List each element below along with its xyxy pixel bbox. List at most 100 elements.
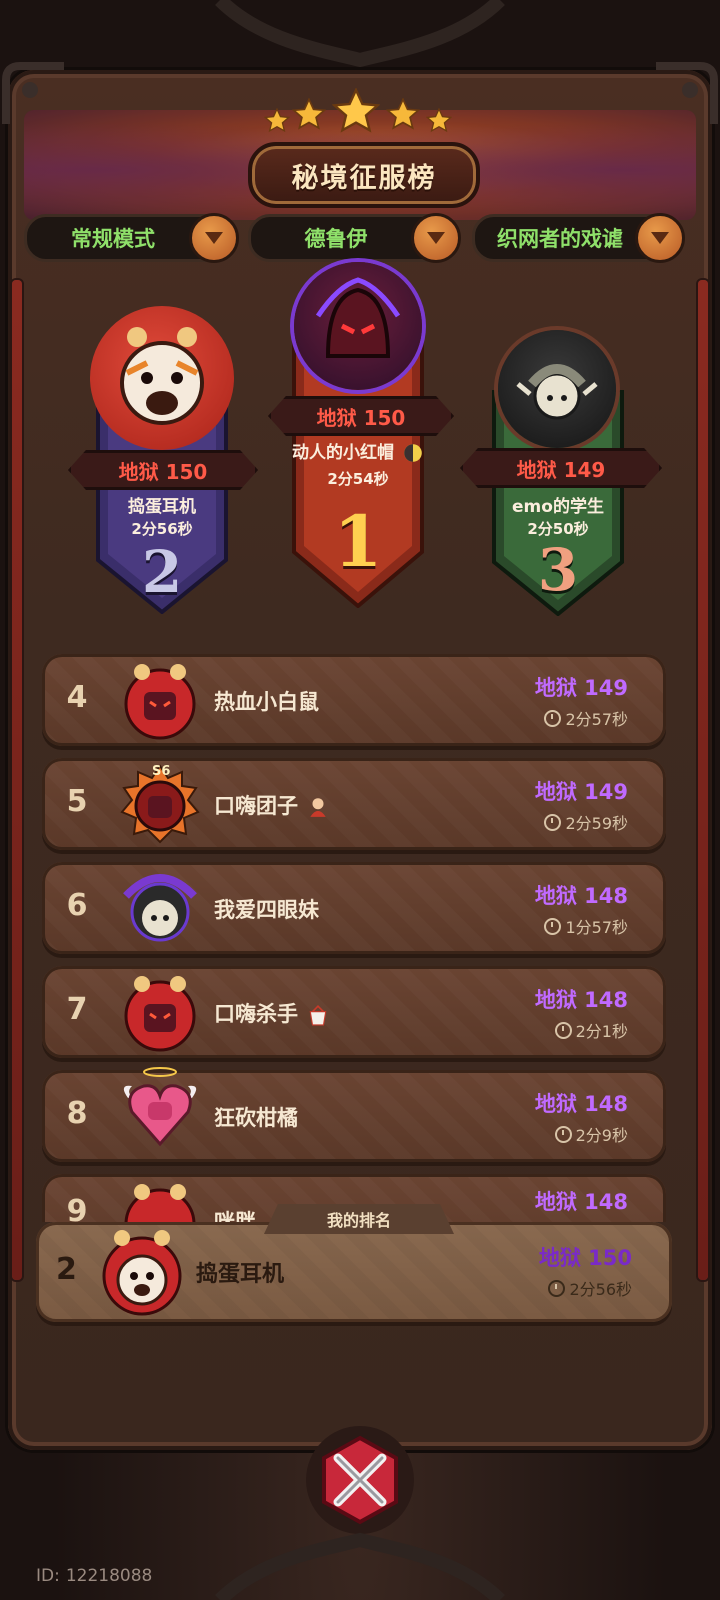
- user-id-label: ID:: [36, 1566, 60, 1586]
- tiger-avatar-icon: [120, 327, 204, 425]
- place-number: 3: [537, 536, 579, 604]
- filter-class-dropdown[interactable]: 德鲁伊: [248, 213, 461, 263]
- list-item[interactable]: 7 口嗨杀手 地狱 148 2分1秒: [42, 966, 666, 1058]
- player-time: 2分54秒: [327, 470, 389, 488]
- clock-icon: [544, 813, 562, 831]
- clock-icon: [554, 1021, 572, 1039]
- tiger-avatar-icon: [102, 1230, 182, 1316]
- difficulty-ribbon: 地狱 150: [68, 450, 258, 490]
- my-rank-tag: 我的排名: [264, 1204, 454, 1234]
- player-name-text: 动人的小红帽: [292, 443, 395, 463]
- chevron-down-icon[interactable]: [635, 213, 685, 263]
- time-value: 1分57秒: [565, 918, 628, 937]
- list-item[interactable]: 8 狂砍柑橘 地狱 148 2分9秒: [42, 1067, 666, 1162]
- time-label: 2分59秒: [544, 810, 628, 834]
- user-id-value: 12218088: [65, 1566, 153, 1586]
- player-name: 热血小白鼠: [214, 690, 319, 714]
- difficulty-label: 地狱 149: [534, 780, 628, 804]
- moon-emoji-icon: [404, 444, 422, 462]
- tomato-hood-avatar-icon: [124, 1184, 196, 1222]
- my-rank-row[interactable]: 2 捣蛋耳机 地狱 150 2分56秒: [36, 1222, 672, 1322]
- player-name-text: 口嗨团子: [214, 794, 298, 818]
- difficulty-label: 地狱 148: [534, 884, 628, 908]
- rank-number: 2: [56, 1252, 77, 1287]
- time-label: 1分57秒: [544, 914, 628, 938]
- season-badge: S6: [152, 764, 171, 779]
- star-icon: [386, 98, 420, 130]
- rank-number: 9: [66, 1194, 88, 1222]
- clock-icon: [544, 709, 562, 727]
- place-number: 1: [333, 500, 383, 583]
- time-value: 2分56秒: [569, 1280, 632, 1299]
- time-value: 2分57秒: [565, 710, 628, 729]
- player-name: emo的学生: [512, 497, 604, 517]
- difficulty-label: 地狱 148: [534, 1092, 628, 1116]
- player-name: 动人的小红帽: [258, 438, 458, 464]
- player-name: 捣蛋耳机: [196, 1262, 285, 1287]
- rank-number: 8: [66, 1096, 88, 1131]
- star-icon: [426, 108, 452, 133]
- star-icon: [332, 88, 380, 133]
- avatar: [498, 330, 616, 448]
- chevron-down-icon[interactable]: [189, 213, 239, 263]
- podium-third[interactable]: 地狱 149 emo的学生 2分50秒 3: [488, 330, 628, 620]
- top-ornament: [215, 0, 505, 68]
- user-id: ID: 12218088: [36, 1566, 152, 1586]
- time-value: 2分9秒: [575, 1126, 628, 1145]
- time-label: 2分1秒: [554, 1018, 628, 1042]
- player-name: 狂砍柑橘: [214, 1106, 298, 1130]
- time-value: 2分1秒: [575, 1022, 628, 1041]
- page-title: 秘境征服榜: [248, 142, 480, 208]
- player-name: 捣蛋耳机: [128, 497, 196, 517]
- takeout-box-emoji-icon: [309, 1005, 327, 1026]
- difficulty-label: 地狱 150: [538, 1246, 632, 1270]
- winged-heart-avatar-icon: [123, 1067, 197, 1147]
- dark-hood-avatar-icon: [315, 277, 401, 358]
- rank-number: 7: [66, 992, 88, 1027]
- place-number: 2: [141, 538, 183, 606]
- time-label: 2分9秒: [554, 1122, 628, 1146]
- list-item[interactable]: 5 S6 口嗨团子 地狱 149 2分59秒: [42, 758, 666, 850]
- player-name: 口嗨杀手: [214, 998, 329, 1028]
- clock-icon: [554, 1125, 572, 1143]
- difficulty-label: 地狱 149: [534, 676, 628, 700]
- star-icon: [292, 98, 326, 130]
- clock-icon: [544, 917, 562, 935]
- clock-icon: [548, 1279, 566, 1297]
- frame-rail-right: [698, 280, 708, 1280]
- frame-rail-left: [12, 280, 22, 1280]
- list-item[interactable]: 4 热血小白鼠 地狱 149 2分57秒: [42, 654, 666, 746]
- list-item[interactable]: 6 我爱四眼妹 地狱 148 1分57秒: [42, 862, 666, 954]
- close-button[interactable]: [304, 1424, 416, 1536]
- difficulty-ribbon: 地狱 150: [268, 396, 454, 436]
- time-label: 2分57秒: [544, 706, 628, 730]
- rank-number: 5: [66, 784, 88, 819]
- rating-stars: [260, 88, 460, 138]
- difficulty-label: 地狱 148: [534, 988, 628, 1012]
- difficulty-label: 地狱 148: [534, 1190, 628, 1214]
- person-emoji-icon: [310, 798, 327, 817]
- podium-first[interactable]: 地狱 150 动人的小红帽 2分54秒 1: [288, 262, 428, 612]
- time-value: 2分59秒: [565, 814, 628, 833]
- rank-number: 4: [66, 680, 88, 715]
- filter-dungeon-dropdown[interactable]: 织网者的戏谑: [472, 213, 685, 263]
- player-time: 2分56秒: [131, 520, 193, 538]
- elf-avatar-icon: [123, 874, 197, 942]
- difficulty-ribbon: 地狱 149: [460, 448, 662, 488]
- player-name: 口嗨团子: [214, 790, 329, 820]
- bottom-ornament: [215, 1532, 505, 1600]
- podium-second[interactable]: 地狱 150 捣蛋耳机 2分56秒 2: [92, 300, 232, 620]
- star-icon: [264, 108, 290, 133]
- elf-avatar-icon: [516, 364, 598, 420]
- tomato-hood-avatar-icon: [124, 976, 196, 1052]
- player-name: 咪胖: [214, 1210, 256, 1222]
- chevron-down-icon[interactable]: [411, 213, 461, 263]
- avatar: [294, 262, 422, 390]
- player-name: 我爱四眼妹: [214, 898, 319, 922]
- tomato-hood-avatar-icon: [124, 664, 196, 740]
- avatar: [90, 306, 234, 450]
- rank-number: 6: [66, 888, 88, 923]
- player-name-text: 口嗨杀手: [214, 1002, 298, 1026]
- filter-mode-dropdown[interactable]: 常规模式: [24, 213, 239, 263]
- time-label: 2分56秒: [548, 1276, 632, 1300]
